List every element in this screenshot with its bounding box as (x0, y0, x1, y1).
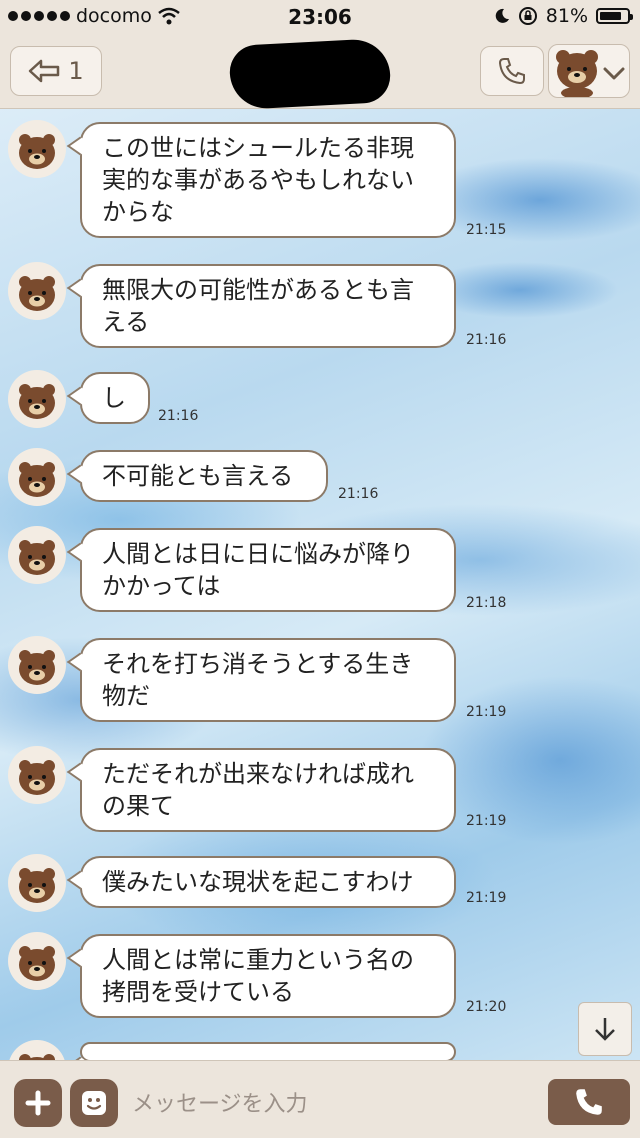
message-bubble[interactable]: ただそれが出来なければ成れ の果て (80, 748, 456, 832)
bear-avatar-icon (19, 1054, 55, 1060)
chat-header: 1 (0, 34, 640, 111)
avatar[interactable] (8, 526, 66, 584)
message-text-line: 実的な事があるやもしれない (102, 166, 414, 194)
message-text-line: かかっては (102, 572, 221, 600)
message-bubble[interactable]: 僕みたいな現状を起こすわけ (80, 856, 456, 908)
bear-sticker-icon (556, 50, 598, 97)
bear-avatar-icon (19, 384, 55, 419)
bear-avatar-icon (19, 760, 55, 795)
message-text-line: 人間とは常に重力という名の (102, 946, 414, 974)
message-bubble[interactable] (80, 1042, 456, 1060)
message-bubble[interactable]: 無限大の可能性があるとも言 える (80, 264, 456, 348)
message-text-line: からな (102, 198, 174, 226)
bear-avatar-icon (19, 868, 55, 903)
smile-icon (82, 1091, 106, 1115)
menu-button[interactable] (548, 44, 630, 98)
message-time: 21:19 (466, 890, 507, 906)
back-arrow-icon (29, 59, 60, 83)
message-bubble[interactable]: 人間とは常に重力という名の 拷問を受けている (80, 934, 456, 1018)
message-time: 21:16 (158, 408, 199, 424)
message-text-line: 人間とは日に日に悩みが降り (102, 540, 414, 568)
message-list[interactable]: この世にはシュールたる非現 実的な事があるやもしれない からな 21:15 無限大の可… (0, 108, 640, 1060)
message-text-line: 物だ (102, 682, 150, 710)
avatar[interactable] (8, 370, 66, 428)
message-text-line: 拷問を受けている (102, 978, 294, 1006)
bear-avatar-icon (19, 276, 55, 311)
bear-avatar-icon (19, 462, 55, 497)
moon-icon (495, 8, 509, 23)
phone-icon (498, 58, 525, 85)
avatar[interactable] (8, 262, 66, 320)
back-count: 1 (68, 57, 84, 85)
message-text-line: 無限大の可能性があるとも言 (102, 276, 414, 304)
phone-icon (576, 1089, 602, 1115)
message-bubble[interactable]: それを打ち消そうとする生き 物だ (80, 638, 456, 722)
message-text-line: の果て (102, 792, 174, 820)
message-text-line: ただそれが出来なければ成れ (102, 760, 414, 788)
avatar[interactable] (8, 120, 66, 178)
message-time: 21:19 (466, 813, 507, 829)
plus-icon (25, 1090, 51, 1116)
message-time: 21:20 (466, 999, 507, 1015)
chevron-down-icon (603, 67, 625, 80)
avatar[interactable] (8, 636, 66, 694)
message-text-line: 不可能とも言える (102, 462, 294, 490)
avatar[interactable] (8, 932, 66, 990)
call-button[interactable] (480, 46, 544, 96)
battery-icon (596, 8, 633, 24)
message-text-line: それを打ち消そうとする生き (102, 650, 414, 678)
message-bubble[interactable]: この世にはシュールたる非現 実的な事があるやもしれない からな (80, 122, 456, 238)
message-bubble[interactable]: 不可能とも言える (80, 450, 328, 502)
message-bubble[interactable]: し (80, 372, 150, 424)
message-time: 21:16 (466, 332, 507, 348)
arrow-down-icon (595, 1018, 615, 1041)
message-input-bar (0, 1060, 640, 1138)
message-text-line: える (102, 308, 150, 336)
message-text-line: この世にはシュールたる非現 (102, 134, 414, 162)
sticker-button[interactable] (70, 1079, 118, 1127)
avatar[interactable] (8, 448, 66, 506)
avatar[interactable] (8, 746, 66, 804)
message-time: 21:16 (338, 486, 379, 502)
voice-call-button[interactable] (548, 1079, 630, 1125)
back-button[interactable]: 1 (10, 46, 102, 96)
avatar[interactable] (8, 854, 66, 912)
bear-avatar-icon (19, 540, 55, 575)
message-time: 21:19 (466, 704, 507, 720)
battery-percent: 81% (545, 5, 588, 27)
message-time: 21:18 (466, 595, 507, 611)
rotation-lock-icon (518, 7, 537, 25)
add-button[interactable] (14, 1079, 62, 1127)
message-text-line: 僕みたいな現状を起こすわけ (102, 868, 414, 896)
status-bar: docomo 23:06 81% (0, 0, 640, 34)
bear-avatar-icon (19, 946, 55, 981)
scroll-to-bottom-button[interactable] (578, 1002, 632, 1056)
avatar[interactable] (8, 1040, 66, 1060)
bear-avatar-icon (19, 650, 55, 685)
redacted-chat-name (228, 37, 392, 111)
message-input[interactable] (130, 1079, 534, 1129)
message-time: 21:15 (466, 222, 507, 238)
message-text-line: し (102, 384, 126, 412)
message-bubble[interactable]: 人間とは日に日に悩みが降り かかっては (80, 528, 456, 612)
bear-avatar-icon (19, 134, 55, 169)
